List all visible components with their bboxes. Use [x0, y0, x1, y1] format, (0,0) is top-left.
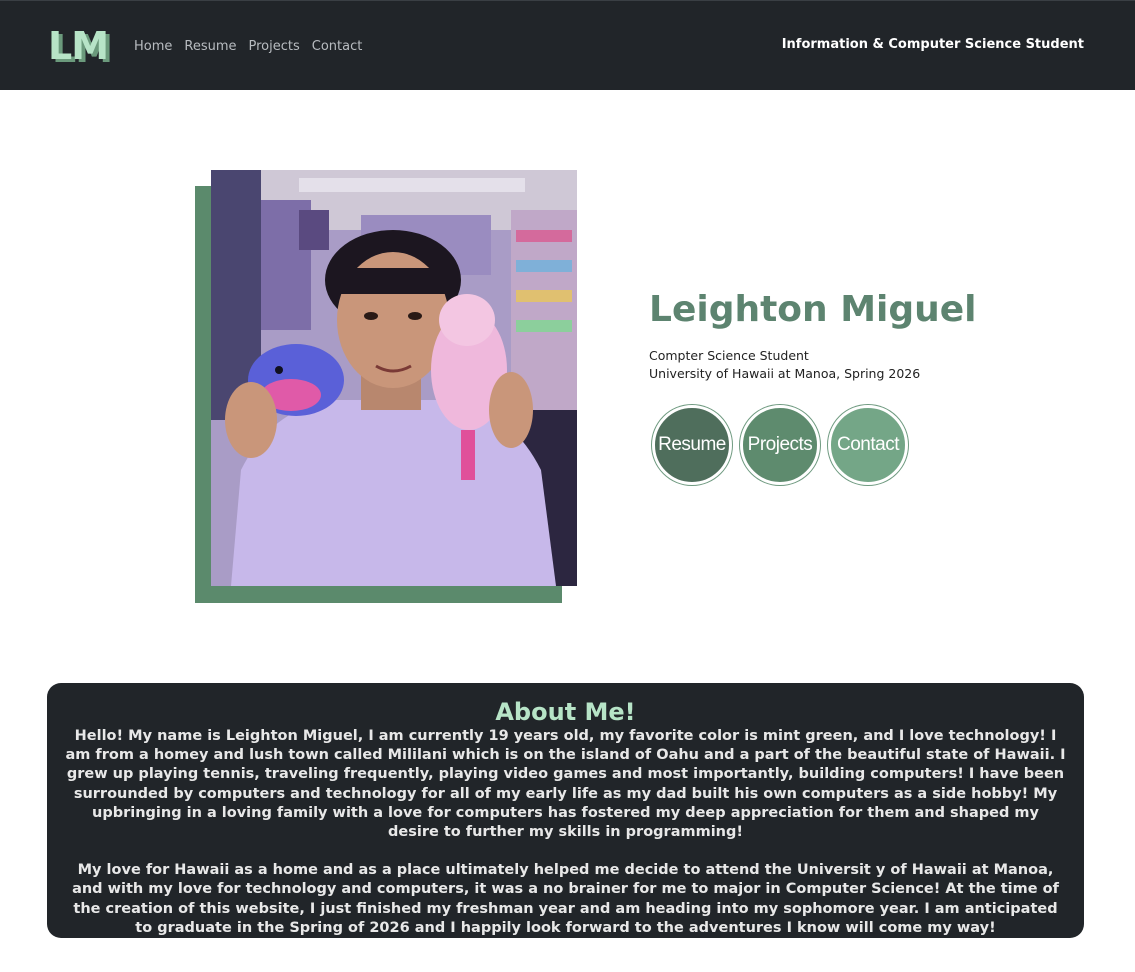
- contact-button[interactable]: Contact: [828, 405, 908, 485]
- profile-photo-illustration: [211, 170, 577, 586]
- about-paragraph-1: Hello! My name is Leighton Miguel, I am …: [65, 728, 1066, 841]
- nav-link-home[interactable]: Home: [134, 38, 172, 56]
- hero-buttons: Resume Projects Contact: [652, 405, 908, 485]
- nav-link-projects[interactable]: Projects: [249, 38, 300, 56]
- nav-link-resume[interactable]: Resume: [184, 38, 236, 56]
- hero-subtitle-role: Compter Science Student: [649, 348, 809, 363]
- about-section: About Me! Hello! My name is Leighton Mig…: [47, 683, 1084, 938]
- hero-subtitle-school: University of Hawaii at Manoa, Spring 20…: [649, 366, 921, 381]
- nav-link-contact[interactable]: Contact: [312, 38, 363, 56]
- projects-button[interactable]: Projects: [740, 405, 820, 485]
- resume-button[interactable]: Resume: [652, 405, 732, 485]
- brand-logo[interactable]: LM: [48, 23, 109, 69]
- hero-subtitle: Compter Science Student University of Ha…: [649, 347, 920, 383]
- about-title: About Me!: [495, 698, 636, 726]
- navbar: LM Home Resume Projects Contact Informat…: [0, 0, 1135, 90]
- hero-name: Leighton Miguel: [649, 289, 977, 330]
- nav-tagline: Information & Computer Science Student: [781, 37, 1084, 52]
- nav-links: Home Resume Projects Contact: [134, 38, 362, 56]
- about-paragraph-2: My love for Hawaii as a home and as a pl…: [72, 862, 1059, 936]
- profile-photo: [211, 170, 577, 586]
